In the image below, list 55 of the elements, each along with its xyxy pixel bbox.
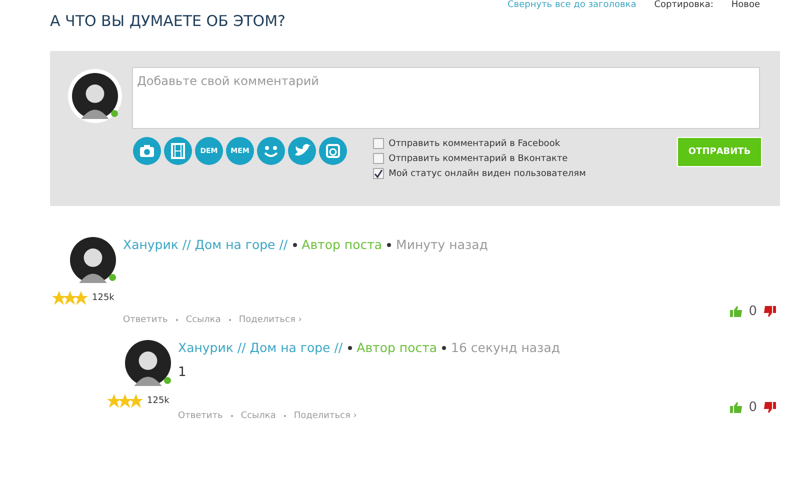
star-icon bbox=[74, 291, 88, 305]
action-link[interactable]: Поделиться › bbox=[294, 411, 357, 421]
separator-dot bbox=[284, 415, 286, 417]
action-link[interactable]: Поделиться › bbox=[238, 315, 302, 325]
action-link[interactable]: Ссылка bbox=[240, 411, 276, 421]
star-icon bbox=[118, 394, 132, 408]
checkbox[interactable] bbox=[372, 168, 384, 179]
square-camera-icon[interactable] bbox=[319, 137, 347, 165]
checkbox[interactable] bbox=[372, 153, 384, 164]
smile-icon[interactable] bbox=[257, 137, 285, 165]
star-icon bbox=[107, 394, 121, 408]
comment-field[interactable]: Добавьте свой комментарий bbox=[132, 67, 760, 129]
vote-score: 0 bbox=[748, 400, 757, 415]
separator-dot bbox=[387, 242, 392, 246]
rating-count: 125k bbox=[92, 293, 114, 303]
author-role: Автор поста bbox=[302, 237, 382, 252]
author-role: Автор поста bbox=[356, 340, 438, 355]
film-icon[interactable] bbox=[164, 137, 192, 165]
action-link[interactable]: Ответить bbox=[123, 315, 168, 325]
separator-dot bbox=[442, 346, 446, 350]
vote-score: 0 bbox=[748, 304, 757, 319]
avatar bbox=[72, 73, 118, 119]
action-link[interactable]: Ответить bbox=[178, 411, 223, 421]
thumbs-up-icon bbox=[730, 402, 742, 413]
checkbox-label: Мой статус онлайн виден пользователям bbox=[388, 168, 586, 178]
comment-time: Минуту назад bbox=[396, 237, 488, 252]
comment-text: 1 bbox=[178, 365, 186, 380]
avatar bbox=[70, 237, 116, 283]
comment-time: 16 секунд назад bbox=[451, 340, 560, 355]
checkbox-label: Отправить комментарий в Вконтакте bbox=[388, 154, 568, 164]
avatar bbox=[125, 340, 171, 386]
thumbs-down-icon bbox=[764, 306, 776, 317]
checkbox[interactable] bbox=[372, 138, 384, 149]
bird-icon[interactable] bbox=[288, 137, 316, 165]
sort-label: Сортировка: bbox=[654, 0, 714, 10]
submit-button[interactable]: ОТПРАВИТЬ bbox=[677, 137, 762, 167]
separator-dot bbox=[230, 415, 233, 417]
thumbs-down-icon bbox=[764, 402, 776, 413]
camera-icon[interactable] bbox=[133, 137, 161, 165]
star-icon bbox=[52, 291, 66, 305]
rating-count: 125k bbox=[147, 396, 170, 406]
author-link[interactable]: Ханурик // Дом на горе // bbox=[178, 340, 343, 355]
star-icon bbox=[63, 291, 77, 305]
separator-dot bbox=[292, 242, 297, 246]
thumbs-up-icon bbox=[730, 306, 742, 317]
separator-dot bbox=[228, 319, 231, 321]
separator-dot bbox=[348, 346, 352, 350]
collapse-link[interactable]: Свернуть все до заголовка bbox=[508, 0, 636, 10]
section-heading: А ЧТО ВЫ ДУМАЕТЕ ОБ ЭТОМ? bbox=[50, 12, 287, 32]
sort-link[interactable]: Новое bbox=[731, 0, 760, 10]
checkbox-label: Отправить комментарий в Facebook bbox=[388, 138, 560, 148]
star-icon bbox=[129, 394, 143, 408]
separator-dot bbox=[176, 319, 178, 321]
author-link[interactable]: Ханурик // Дом на горе // bbox=[123, 237, 288, 252]
action-link[interactable]: Ссылка bbox=[186, 315, 221, 325]
